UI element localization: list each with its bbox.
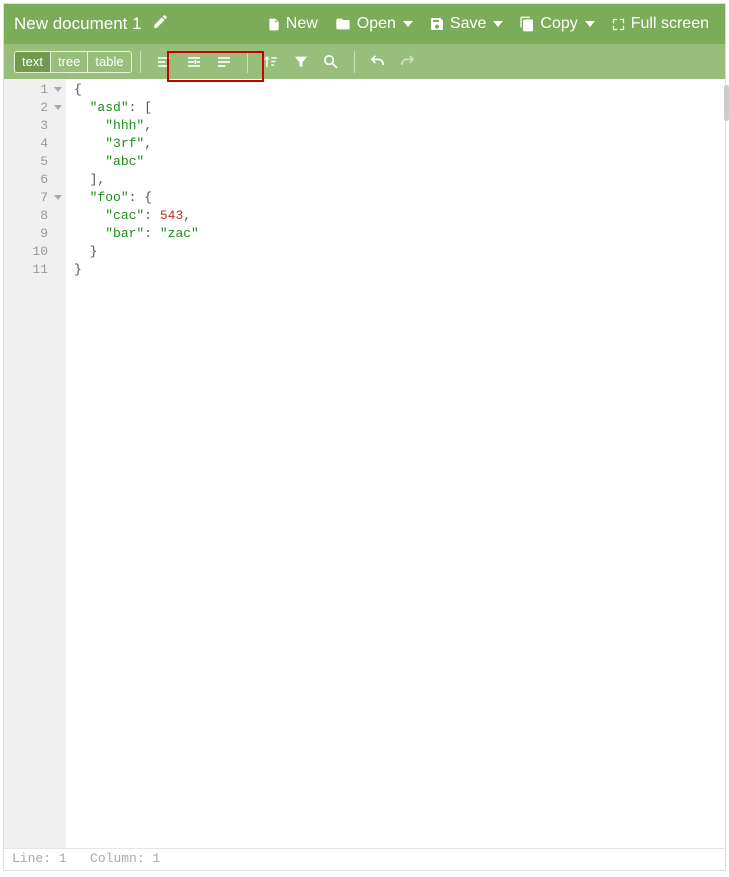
code-content[interactable]: { "asd": [ "hhh", "3rf", "abc" ], "foo":…: [66, 79, 725, 848]
document-title: New document 1: [14, 14, 142, 34]
line-number: 5: [4, 153, 48, 171]
open-label: Open: [357, 15, 396, 33]
line-number: 8: [4, 207, 48, 225]
compact-icon: [185, 54, 203, 70]
format-button[interactable]: [152, 50, 176, 74]
undo-button[interactable]: [366, 50, 390, 74]
fold-toggle-icon[interactable]: [54, 87, 62, 92]
line-number: 11: [4, 261, 48, 279]
folder-open-icon: [334, 16, 352, 32]
line-number: 4: [4, 135, 48, 153]
header-bar: New document 1 New Open Save Copy Full s…: [4, 4, 725, 44]
line-number: 6: [4, 171, 48, 189]
code-line[interactable]: "abc": [74, 153, 725, 171]
viewmode-tree[interactable]: tree: [51, 52, 88, 72]
separator: [354, 51, 355, 73]
code-line[interactable]: }: [74, 261, 725, 279]
line-number: 2: [4, 99, 48, 117]
code-line[interactable]: }: [74, 243, 725, 261]
redo-icon: [399, 53, 416, 70]
minify-button[interactable]: [212, 50, 236, 74]
copy-icon: [519, 16, 535, 32]
code-line[interactable]: {: [74, 81, 725, 99]
minify-icon: [215, 54, 233, 70]
copy-label: Copy: [540, 15, 577, 33]
rename-icon[interactable]: [152, 13, 169, 35]
filter-button[interactable]: [289, 50, 313, 74]
file-icon: [267, 16, 281, 33]
undo-icon: [369, 53, 386, 70]
line-number: 3: [4, 117, 48, 135]
toolbar: text tree table: [4, 44, 725, 79]
line-number: 7: [4, 189, 48, 207]
format-icon: [155, 54, 173, 70]
redo-button[interactable]: [396, 50, 420, 74]
save-label: Save: [450, 15, 486, 33]
new-label: New: [286, 15, 318, 33]
open-button[interactable]: Open: [328, 11, 419, 37]
code-line[interactable]: "foo": {: [74, 189, 725, 207]
separator: [140, 51, 141, 73]
compact-button[interactable]: [182, 50, 206, 74]
code-line[interactable]: "asd": [: [74, 99, 725, 117]
sort-icon: [262, 53, 279, 70]
viewmode-group: text tree table: [14, 51, 132, 73]
separator: [247, 51, 248, 73]
code-line[interactable]: ],: [74, 171, 725, 189]
app-frame: New document 1 New Open Save Copy Full s…: [3, 3, 726, 871]
status-line-label: Line:: [12, 851, 51, 866]
code-line[interactable]: "bar": "zac": [74, 225, 725, 243]
status-bar: Line: 1 Column: 1: [4, 848, 725, 870]
search-button[interactable]: [319, 50, 343, 74]
save-icon: [429, 16, 445, 32]
fullscreen-icon: [611, 17, 626, 32]
line-number: 10: [4, 243, 48, 261]
viewmode-table[interactable]: table: [88, 52, 130, 72]
chevron-down-icon: [493, 21, 503, 27]
line-number: 1: [4, 81, 48, 99]
fullscreen-label: Full screen: [631, 15, 709, 33]
status-line-value: 1: [59, 851, 67, 866]
copy-button[interactable]: Copy: [513, 11, 600, 37]
vertical-scrollbar[interactable]: [723, 85, 729, 845]
viewmode-text[interactable]: text: [15, 52, 51, 72]
fold-toggle-icon[interactable]: [54, 195, 62, 200]
code-line[interactable]: "hhh",: [74, 117, 725, 135]
filter-icon: [293, 54, 309, 70]
chevron-down-icon: [585, 21, 595, 27]
code-editor[interactable]: 1234567891011 { "asd": [ "hhh", "3rf", "…: [4, 79, 725, 848]
new-button[interactable]: New: [261, 11, 324, 37]
sort-button[interactable]: [259, 50, 283, 74]
line-gutter: 1234567891011: [4, 79, 66, 848]
line-number: 9: [4, 225, 48, 243]
status-col-value: 1: [152, 851, 160, 866]
status-col-label: Column:: [90, 851, 145, 866]
fold-toggle-icon[interactable]: [54, 105, 62, 110]
search-icon: [322, 53, 339, 70]
code-line[interactable]: "3rf",: [74, 135, 725, 153]
chevron-down-icon: [403, 21, 413, 27]
code-line[interactable]: "cac": 543,: [74, 207, 725, 225]
fullscreen-button[interactable]: Full screen: [605, 11, 715, 37]
save-button[interactable]: Save: [423, 11, 509, 37]
